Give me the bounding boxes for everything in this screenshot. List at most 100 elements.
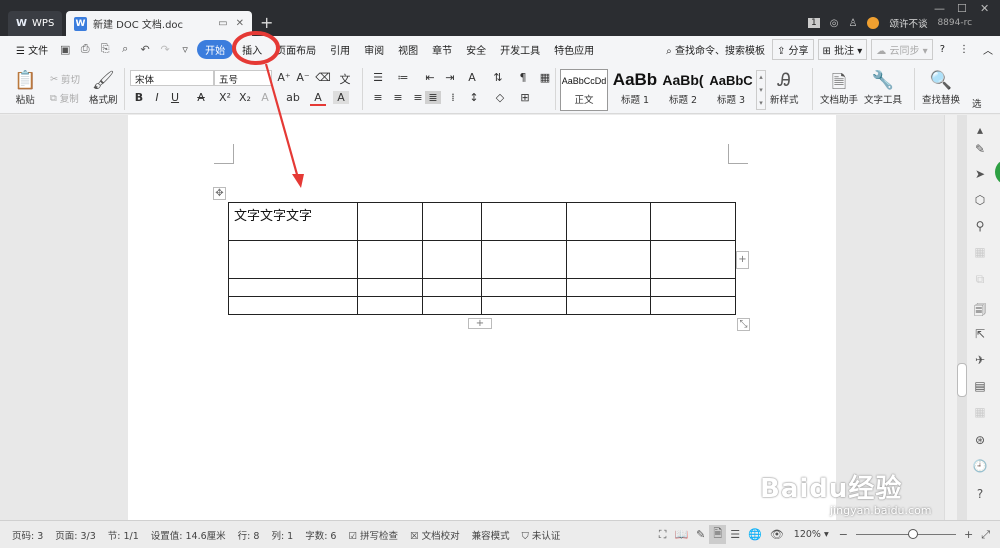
align-center-icon[interactable]: ≡ [390, 91, 406, 104]
scrollbar-thumb[interactable] [957, 363, 967, 397]
table-cell[interactable] [357, 240, 423, 279]
tab-page-layout[interactable]: 页面布局 [269, 42, 323, 57]
more-icon[interactable]: ⋮ [952, 44, 976, 55]
add-row-button[interactable]: + [468, 318, 492, 329]
save-icon[interactable]: ▣ [58, 42, 72, 56]
new-tab-button[interactable]: + [260, 13, 273, 32]
table-cell[interactable] [481, 278, 567, 297]
highlight-icon[interactable]: ab [285, 91, 301, 104]
eye-protection-icon[interactable]: 👁 [766, 528, 788, 541]
char-shading-icon[interactable]: A [333, 91, 349, 104]
zoom-in-icon[interactable]: + [960, 528, 977, 541]
line-spacing-icon[interactable]: ↕ [466, 91, 482, 104]
table-cell[interactable] [481, 202, 567, 241]
tab-developer[interactable]: 开发工具 [493, 42, 547, 57]
reading-mode-icon[interactable]: 📖 [670, 528, 692, 541]
select-button[interactable]: 选 [972, 96, 982, 110]
text-tools-button[interactable]: 🔧 文字工具 [864, 70, 902, 106]
paste-button[interactable]: 📋 粘贴 [14, 70, 36, 106]
cursor-icon[interactable]: ➤ [972, 167, 988, 181]
table-cell[interactable] [228, 296, 358, 315]
shading-icon[interactable]: ◇ [492, 91, 508, 104]
find-replace-button[interactable]: 🔍 查找替换 [922, 70, 960, 106]
preview-icon[interactable]: ⌕ [118, 42, 132, 56]
table-cell[interactable] [481, 296, 567, 315]
fullscreen-icon[interactable]: ⛶ [655, 528, 671, 542]
window-count-badge[interactable]: 1 [808, 18, 820, 28]
tab-special-apps[interactable]: 特色应用 [547, 42, 601, 57]
comment-button[interactable]: ⊞ 批注 ▾ [817, 38, 868, 60]
status-page[interactable]: 页码: 3 [0, 528, 49, 542]
pen-icon[interactable]: ✎ [972, 142, 988, 156]
tab-security[interactable]: 安全 [459, 42, 493, 57]
table-cell[interactable] [422, 202, 482, 241]
tab-home[interactable]: 开始 [197, 39, 234, 59]
cut-button[interactable]: ✂ 剪切 [50, 72, 80, 87]
new-style-button[interactable]: Ꭿ 新样式 [770, 70, 799, 106]
monitor-icon[interactable]: ▭ [218, 18, 227, 29]
shapes-icon[interactable]: ⬡ [972, 193, 988, 207]
zoom-level[interactable]: 120% ▾ [788, 529, 835, 540]
export-pdf-icon[interactable]: ⎙ [78, 42, 92, 56]
spell-check-button[interactable]: ☑ 拼写检查 [342, 528, 404, 542]
format-painter-button[interactable]: 🖌 格式刷 [89, 70, 118, 106]
style-heading-1[interactable]: AaBb 标题 1 [610, 70, 660, 106]
tab-view[interactable]: 视图 [391, 42, 425, 57]
justify-icon[interactable]: ≣ [425, 91, 441, 104]
borders-icon[interactable]: ⊞ [517, 91, 533, 104]
table-cell[interactable] [566, 296, 651, 315]
side-plugin-icon[interactable] [995, 159, 1000, 185]
strikethrough-icon[interactable]: A [193, 91, 209, 104]
status-words[interactable]: 字数: 6 [299, 528, 342, 542]
fit-page-icon[interactable]: ⤢ [977, 528, 1000, 542]
status-col[interactable]: 列: 1 [265, 528, 299, 542]
table-cell[interactable] [650, 296, 736, 315]
superscript-icon[interactable]: X² [217, 91, 233, 104]
zoom-slider-thumb[interactable] [907, 529, 918, 539]
subscript-icon[interactable]: X₂ [237, 91, 253, 104]
sort-icon[interactable]: ⇅ [490, 71, 506, 84]
wps-home-tab[interactable]: W WPS [8, 11, 62, 36]
shrink-font-icon[interactable]: A⁻ [295, 71, 311, 84]
table-cell[interactable] [357, 296, 423, 315]
outline-view-icon[interactable]: ☰ [726, 528, 744, 541]
share-button[interactable]: ⇪ 分享 [771, 38, 814, 60]
help-circle-icon[interactable]: ? [972, 487, 988, 501]
page-view-icon[interactable]: 🗎 [709, 525, 727, 544]
status-pages[interactable]: 页面: 3/3 [49, 528, 102, 542]
compat-mode[interactable]: 兼容模式 [466, 528, 516, 542]
document-icon[interactable]: 🗐 [972, 301, 988, 322]
share-out-icon[interactable]: ⇱ [972, 327, 988, 341]
table-cell[interactable] [481, 240, 567, 279]
zoom-slider[interactable] [855, 529, 956, 539]
stamp-icon[interactable]: ⚲ [972, 219, 988, 233]
style-gallery-scroll[interactable]: ▴ ▾ ▾ [756, 70, 766, 110]
table-cell[interactable] [422, 296, 482, 315]
add-column-button[interactable]: + [736, 251, 749, 269]
table-resize-handle-icon[interactable]: ⤡ [737, 318, 750, 331]
style-heading-3[interactable]: AaBbC 标题 3 [706, 70, 756, 106]
font-size-select[interactable]: 五号 [214, 70, 272, 86]
table-cell[interactable] [566, 240, 651, 279]
chinese-layout-icon[interactable]: A [464, 71, 480, 84]
table-move-handle-icon[interactable]: ✥ [213, 187, 226, 200]
tab-review[interactable]: 审阅 [357, 42, 391, 57]
vertical-scrollbar[interactable] [957, 115, 967, 520]
table-border-icon[interactable]: ▦ [537, 71, 553, 84]
scroll-up-icon[interactable]: ▴ [972, 123, 988, 137]
status-section[interactable]: 节: 1/1 [102, 528, 145, 542]
table-cell[interactable] [357, 278, 423, 297]
web-view-icon[interactable]: 🌐 [744, 528, 766, 541]
quick-access-dropdown-icon[interactable]: ▿ [178, 42, 192, 56]
bullet-list-icon[interactable]: ☰ [370, 71, 386, 84]
maximize-icon[interactable]: ☐ [957, 2, 967, 15]
show-marks-icon[interactable]: ¶ [515, 71, 531, 84]
numbered-list-icon[interactable]: ≔ [395, 71, 411, 84]
help-icon[interactable]: ? [933, 44, 952, 55]
table-cell[interactable] [650, 202, 736, 241]
table-cell[interactable] [422, 278, 482, 297]
clear-format-icon[interactable]: ⌫ [315, 71, 331, 84]
close-window-icon[interactable]: ✕ [980, 2, 989, 15]
document-page[interactable]: ✥ 文字文字文字 + + ⤡ [128, 115, 836, 520]
font-color-icon[interactable]: A [310, 91, 326, 106]
